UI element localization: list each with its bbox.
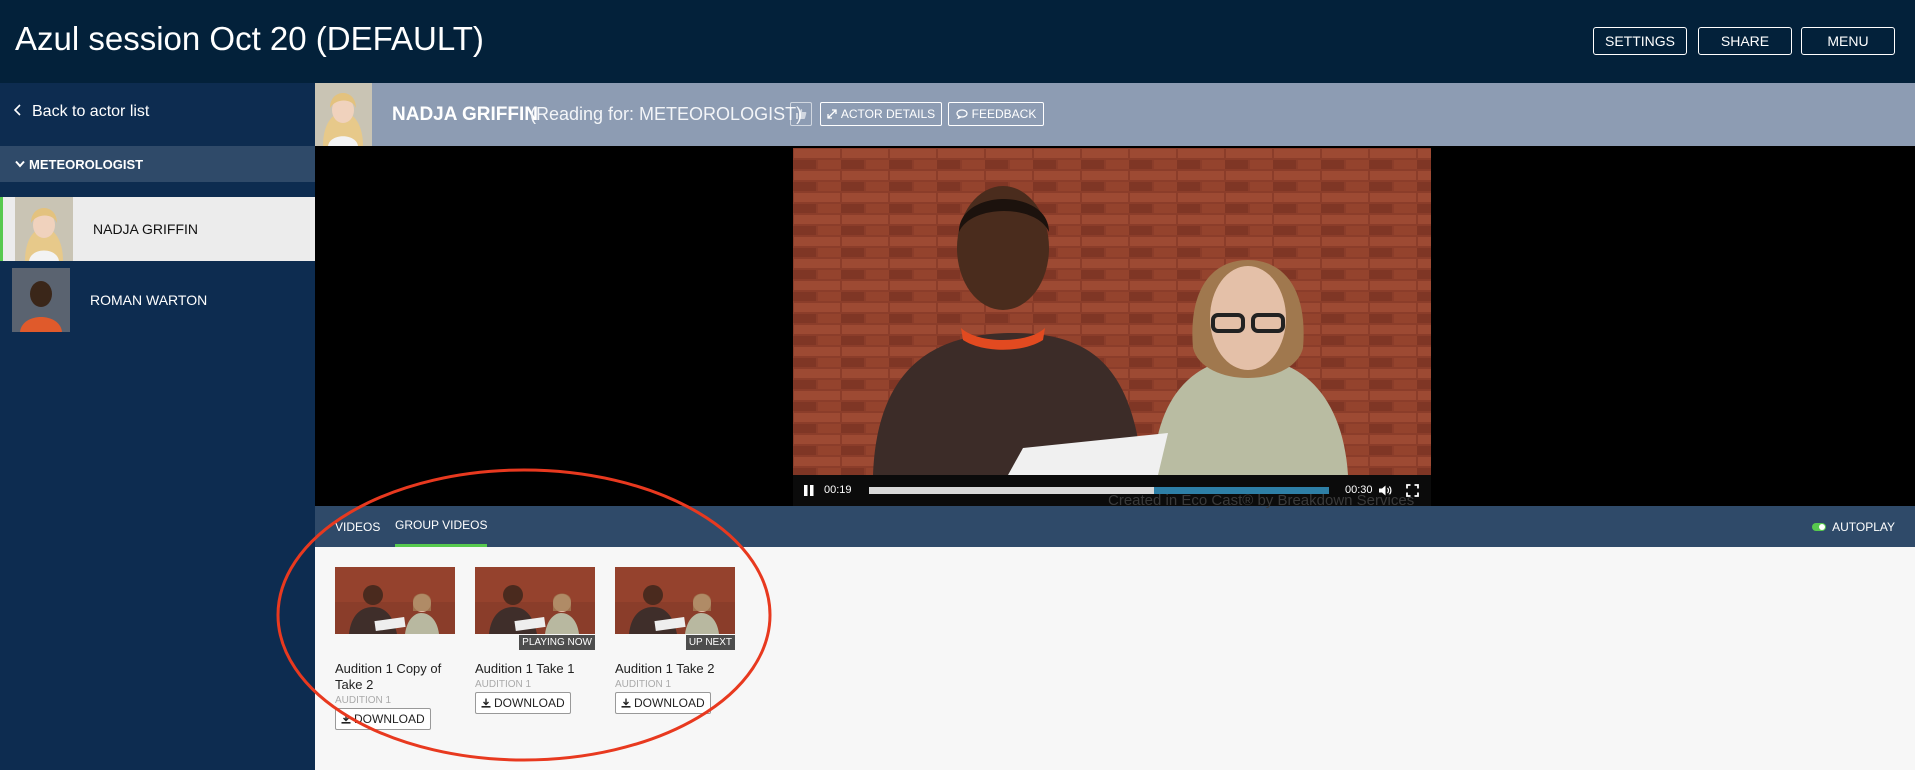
actor-item-nadja-griffin[interactable]: NADJA GRIFFIN (0, 197, 315, 261)
toggle-switch-icon (1812, 523, 1827, 531)
autoplay-label: AUTOPLAY (1832, 520, 1895, 534)
pause-icon[interactable] (803, 484, 815, 497)
autoplay-toggle[interactable]: AUTOPLAY (1812, 520, 1895, 534)
actor-details-label: ACTOR DETAILS (840, 107, 936, 121)
actor-photo (12, 268, 70, 332)
actor-details-button[interactable]: ACTOR DETAILS (820, 102, 942, 126)
comment-icon (956, 109, 968, 119)
watermark-text: Created in Eco Cast® by Breakdown Servic… (1108, 492, 1415, 509)
actor-name: NADJA GRIFFIN (93, 221, 199, 237)
video-player[interactable]: 00:19 00:30 (315, 146, 1915, 506)
settings-button[interactable]: SETTINGS (1593, 27, 1687, 55)
thumbs-up-button[interactable] (790, 102, 812, 126)
actor-header-name: NADJA GRIFFIN (392, 104, 539, 125)
back-to-actor-list-link[interactable]: Back to actor list (13, 103, 150, 121)
chevron-down-icon (15, 160, 25, 168)
back-link-label: Back to actor list (32, 103, 150, 120)
red-circle-annotation (276, 468, 772, 762)
session-title: Azul session Oct 20 (DEFAULT) (15, 20, 484, 57)
expand-icon (827, 109, 837, 119)
actor-header-photo (315, 83, 372, 146)
current-time: 00:19 (824, 484, 852, 496)
feedback-button[interactable]: FEEDBACK (948, 102, 1044, 126)
role-group-header[interactable]: METEOROLOGIST (0, 146, 315, 182)
role-label: METEOROLOGIST (29, 156, 144, 172)
share-button[interactable]: SHARE (1698, 27, 1792, 55)
sidebar: Back to actor list METEOROLOGIST NADJA G… (0, 83, 315, 770)
feedback-label: FEEDBACK (971, 107, 1037, 121)
chevron-left-icon (13, 103, 22, 121)
video-frame[interactable] (793, 148, 1431, 475)
reading-for-label: (Reading for: METEOROLOGIST) (530, 104, 803, 124)
actor-item-roman-warton[interactable]: ROMAN WARTON (0, 268, 315, 332)
thumbs-up-icon (795, 108, 807, 120)
menu-button[interactable]: MENU (1801, 27, 1895, 55)
actor-name: ROMAN WARTON (90, 292, 208, 308)
top-bar: Azul session Oct 20 (DEFAULT) SETTINGS S… (0, 0, 1915, 83)
actor-photo (15, 197, 73, 261)
actor-header: NADJA GRIFFIN (Reading for: METEOROLOGIS… (315, 83, 1915, 146)
